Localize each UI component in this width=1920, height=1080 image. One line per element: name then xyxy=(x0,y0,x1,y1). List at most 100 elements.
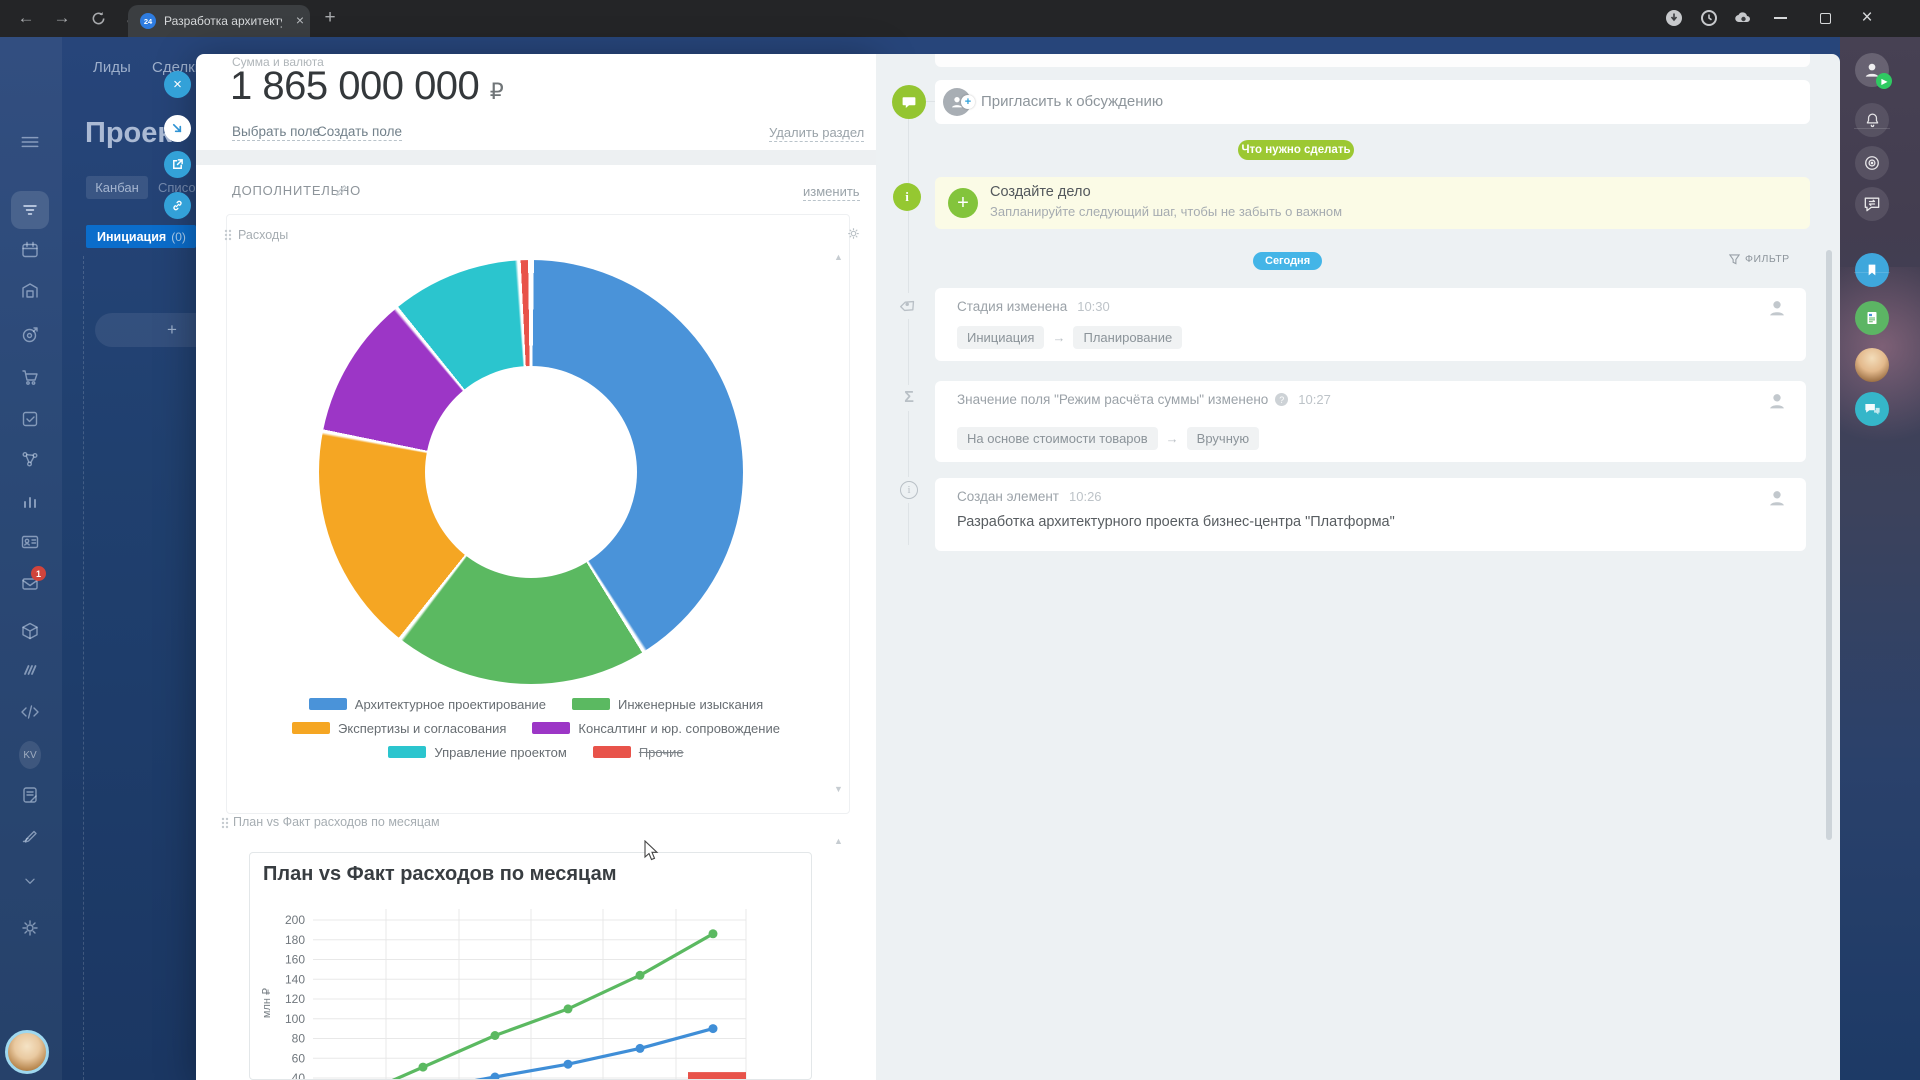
new-tab-button[interactable]: + xyxy=(318,6,342,30)
window-close-icon[interactable]: × xyxy=(1855,6,1879,30)
svg-text:120: 120 xyxy=(285,992,305,1006)
legend-swatch xyxy=(292,722,330,734)
sigma-icon: Σ xyxy=(896,385,922,411)
feed-event-card[interactable]: Создан элемент10:26Разработка архитектур… xyxy=(935,478,1806,551)
focus-icon[interactable] xyxy=(1855,146,1889,180)
nav-tab-leads[interactable]: Лиды xyxy=(93,59,131,76)
funnel-icon xyxy=(1729,254,1740,265)
browser-tab[interactable]: 24 Разработка архитектурного пр × xyxy=(128,5,310,37)
feed-scrollbar[interactable] xyxy=(1826,250,1832,840)
history-icon[interactable] xyxy=(1697,6,1721,30)
add-person-plus-icon: + xyxy=(961,95,975,109)
stage-count: (0) xyxy=(171,230,186,244)
author-avatar-icon xyxy=(1766,487,1788,509)
code-icon[interactable] xyxy=(19,701,41,723)
settings-gear-icon[interactable] xyxy=(19,917,41,939)
discussion-icon[interactable] xyxy=(892,85,926,119)
invite-placeholder: Пригласить к обсуждению xyxy=(981,93,1163,110)
menu-icon[interactable] xyxy=(19,131,41,153)
arrow-icon: → xyxy=(1052,330,1065,345)
chevron-down-icon[interactable] xyxy=(19,870,41,892)
legend-item[interactable]: Управление проектом xyxy=(388,745,566,760)
expenses-donut-chart xyxy=(319,260,743,684)
reload-icon[interactable] xyxy=(86,6,110,30)
tasks-icon[interactable] xyxy=(19,408,41,430)
tab-title: Разработка архитектурного пр xyxy=(164,14,282,28)
overlay-close-button[interactable]: × xyxy=(164,71,191,98)
event-time: 10:30 xyxy=(1077,299,1110,314)
legend-item[interactable]: Консалтинг и юр. сопровождение xyxy=(532,721,780,736)
cloud-sync-icon[interactable] xyxy=(1731,6,1755,30)
legend-row: Архитектурное проектирование Инженерные и… xyxy=(196,694,876,714)
sites-icon[interactable] xyxy=(19,659,41,681)
todo-button[interactable]: Что нужно сделать xyxy=(1238,140,1354,160)
overlay-minimize-to-corner-button[interactable] xyxy=(164,115,191,142)
tab-close-icon[interactable]: × xyxy=(296,12,304,28)
legend-item[interactable]: Архитектурное проектирование xyxy=(309,697,546,712)
contacts-icon[interactable] xyxy=(19,531,41,553)
change-to-pill: Планирование xyxy=(1073,326,1182,349)
stats-icon[interactable] xyxy=(19,490,41,512)
widget-collapse-up-icon[interactable]: ▲ xyxy=(834,836,843,846)
filter-icon[interactable] xyxy=(19,199,41,221)
kv-badge[interactable]: KV xyxy=(19,744,41,766)
stage-column-header[interactable]: Инициация (0) xyxy=(86,225,196,248)
donut-legend: Архитектурное проектирование Инженерные и… xyxy=(196,694,876,762)
overlay-copy-link-button[interactable] xyxy=(164,192,191,219)
feed-event-card[interactable]: Стадия изменена10:30 Инициация → Планиро… xyxy=(935,288,1806,361)
svg-text:млн ₽: млн ₽ xyxy=(261,988,273,1018)
group-chat-icon[interactable] xyxy=(1855,392,1889,426)
planner-icon[interactable] xyxy=(19,239,41,261)
select-field-link[interactable]: Выбрать поле xyxy=(232,124,320,139)
task-prompt-title: Создайте дело xyxy=(990,184,1091,200)
legend-label: Экспертизы и согласования xyxy=(338,721,506,736)
target-icon[interactable] xyxy=(19,324,41,346)
messenger-icon[interactable] xyxy=(1855,187,1889,221)
back-icon[interactable]: ← xyxy=(14,6,38,30)
task-prompt-card[interactable]: + Создайте дело Запланируйте следующий ш… xyxy=(935,177,1810,229)
bell-icon[interactable] xyxy=(1855,103,1889,137)
legend-item[interactable]: Инженерные изыскания xyxy=(572,697,763,712)
view-kanban-button[interactable]: Канбан xyxy=(86,176,148,199)
event-title: Стадия изменена xyxy=(957,299,1067,314)
widget-collapse-down-icon[interactable]: ▼ xyxy=(834,784,843,794)
legend-item[interactable]: Экспертизы и согласования xyxy=(292,721,506,736)
minimize-icon[interactable] xyxy=(1768,6,1792,30)
legend-label: Прочие xyxy=(639,745,684,760)
deal-detail-panel: Сумма и валюта 1 865 000 000 ₽ Выбрать п… xyxy=(196,54,876,1080)
delete-section-link[interactable]: Удалить раздел xyxy=(769,125,864,140)
create-field-link[interactable]: Создать поле xyxy=(317,124,402,139)
cart-icon[interactable] xyxy=(19,366,41,388)
user-avatar[interactable] xyxy=(5,1030,49,1074)
mail-icon[interactable]: 1 xyxy=(19,573,41,595)
section-edit-link[interactable]: изменить xyxy=(803,184,860,199)
plan-fact-chart-card: План vs Факт расходов по месяцам 2001801… xyxy=(249,852,812,1080)
maximize-icon[interactable] xyxy=(1813,6,1837,30)
user-avatar-photo[interactable] xyxy=(1855,348,1889,382)
widget-collapse-up-icon[interactable]: ▲ xyxy=(834,252,843,262)
documents-icon[interactable] xyxy=(19,784,41,806)
feed-event-card[interactable]: Значение поля "Режим расчёта суммы" изме… xyxy=(935,381,1806,462)
scrolled-card-edge xyxy=(935,54,1810,67)
bookmark-icon[interactable] xyxy=(1855,253,1889,287)
invite-input[interactable]: + Пригласить к обсуждению xyxy=(935,80,1810,124)
help-icon: ? xyxy=(1275,393,1288,406)
box-icon[interactable] xyxy=(19,620,41,642)
drag-handle-icon[interactable] xyxy=(224,229,232,241)
drag-handle-icon[interactable] xyxy=(221,817,229,829)
edit-pencil-icon[interactable] xyxy=(335,184,348,197)
overlay-open-in-new-button[interactable] xyxy=(164,151,191,178)
download-icon[interactable] xyxy=(1662,6,1686,30)
filter-button[interactable]: ФИЛЬТР xyxy=(1729,253,1790,265)
date-badge[interactable]: Сегодня xyxy=(1253,252,1322,270)
add-task-plus-icon[interactable]: + xyxy=(948,188,978,218)
news-icon[interactable] xyxy=(1855,301,1889,335)
network-icon[interactable] xyxy=(19,448,41,470)
forward-icon[interactable]: → xyxy=(50,6,74,30)
sign-icon[interactable] xyxy=(19,824,41,846)
storage-icon[interactable] xyxy=(19,280,41,302)
legend-item[interactable]: Прочие xyxy=(593,745,684,760)
user-avatar-with-status[interactable]: ▶ xyxy=(1855,53,1889,87)
svg-text:140: 140 xyxy=(285,972,305,986)
widget-gear-icon[interactable] xyxy=(846,226,861,241)
